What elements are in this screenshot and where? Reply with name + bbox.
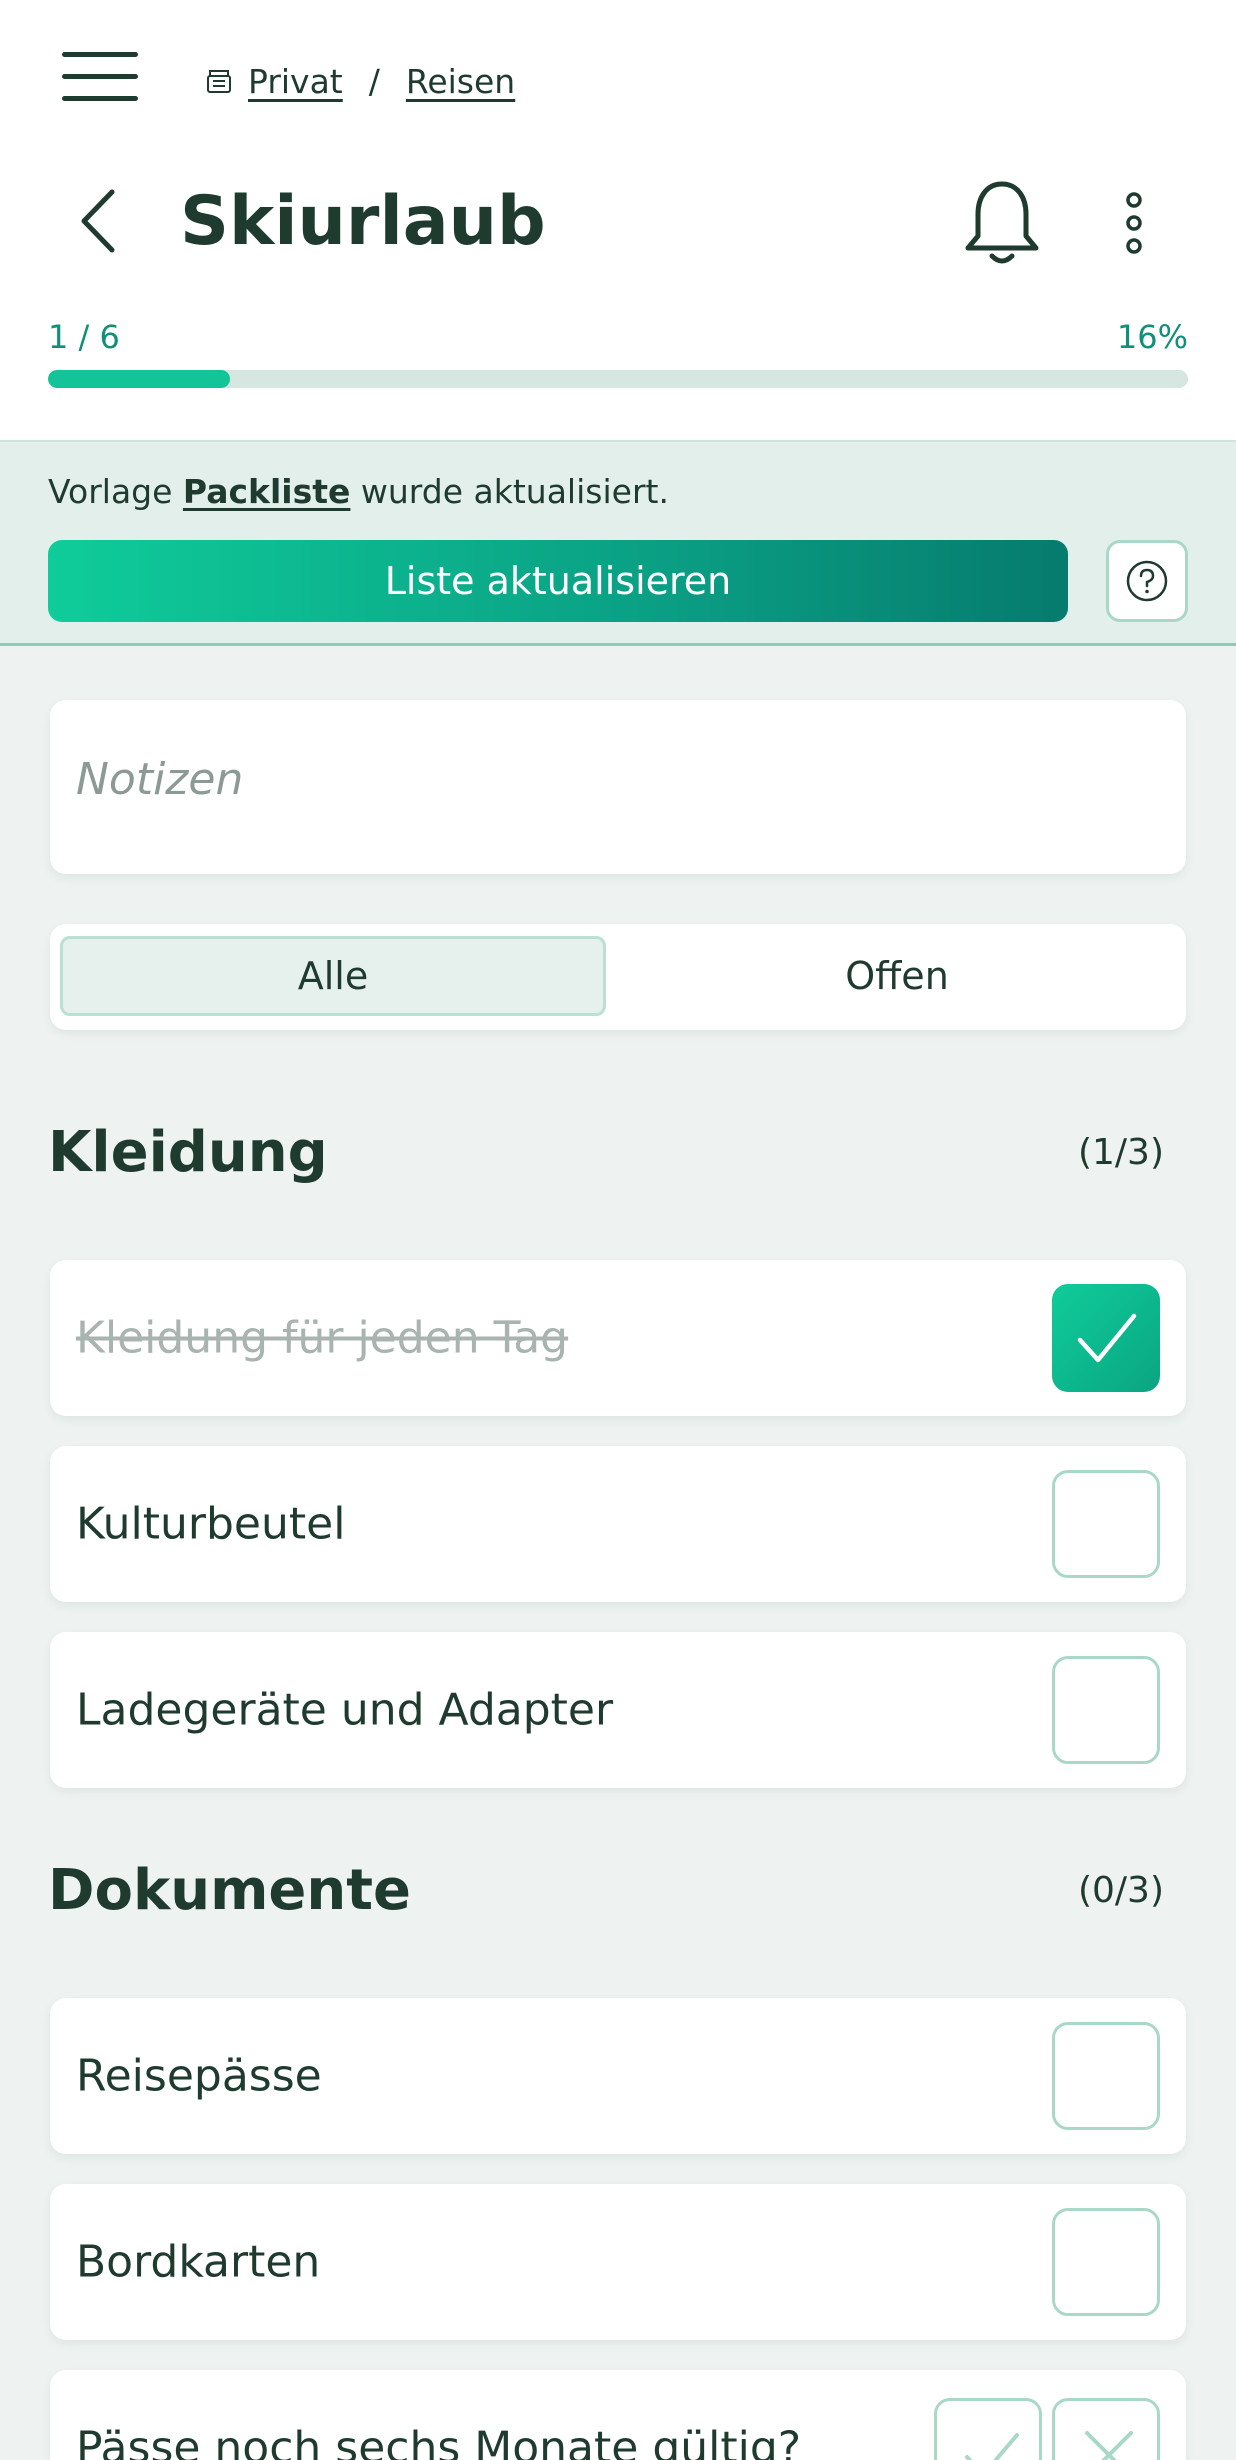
item-label: Bordkarten (76, 2236, 321, 2288)
breadcrumb-link-reisen[interactable]: Reisen (406, 62, 515, 101)
section-count-dokumente: (0/3) (1077, 1870, 1164, 1911)
checkmark-icon (965, 2433, 1019, 2460)
section-title-dokumente: Dokumente (48, 1858, 412, 1923)
update-list-button[interactable]: Liste aktualisieren (48, 540, 1068, 622)
list-item[interactable]: Ladegeräte und Adapter (50, 1632, 1186, 1788)
item-label: Reisepässe (76, 2050, 322, 2102)
list-item[interactable]: Pässe noch sechs Monate gültig? (50, 2370, 1186, 2460)
progress-bar-fill (48, 370, 231, 388)
filter-all-tab[interactable]: Alle (60, 936, 606, 1016)
template-update-banner: Vorlage Packliste wurde aktualisiert. Li… (0, 440, 1236, 646)
list-item[interactable]: Kleidung für jeden Tag (50, 1260, 1186, 1416)
list-item[interactable]: Bordkarten (50, 2184, 1186, 2340)
yes-button[interactable] (934, 2398, 1042, 2460)
list-item[interactable]: Kulturbeutel (50, 1446, 1186, 1602)
top-bar: Privat / Reisen Skiurlaub 1 / 6 16% (0, 0, 1236, 440)
item-label: Kleidung für jeden Tag (76, 1312, 569, 1364)
item-checkbox-checked[interactable] (1052, 1284, 1160, 1392)
checkmark-icon (1077, 1313, 1137, 1363)
progress-percent: 16% (1116, 318, 1188, 356)
more-options-icon[interactable] (1120, 192, 1148, 254)
breadcrumb: Privat / Reisen (204, 56, 515, 106)
banner-text-before: Vorlage (48, 472, 183, 511)
notes-field[interactable]: Notizen (50, 700, 1186, 874)
help-button[interactable] (1106, 540, 1188, 622)
item-label: Pässe noch sechs Monate gültig? (76, 2422, 802, 2460)
no-button[interactable] (1052, 2398, 1160, 2460)
filter-segmented-control: Alle Offen (50, 924, 1186, 1030)
folder-home-icon (207, 70, 231, 93)
bell-icon[interactable] (960, 176, 1044, 268)
hamburger-menu-icon[interactable] (62, 52, 138, 102)
item-checkbox[interactable] (1052, 2208, 1160, 2316)
close-icon (1085, 2431, 1133, 2460)
list-item[interactable]: Reisepässe (50, 1998, 1186, 2154)
item-checkbox[interactable] (1052, 2022, 1160, 2130)
banner-text-after: wurde aktualisiert. (350, 472, 669, 511)
progress-count: 1 / 6 (48, 318, 120, 356)
section-count-kleidung: (1/3) (1077, 1132, 1164, 1173)
packliste-link[interactable]: Packliste (183, 472, 351, 511)
item-label: Kulturbeutel (76, 1498, 346, 1550)
item-label: Ladegeräte und Adapter (76, 1684, 614, 1736)
section-title-kleidung: Kleidung (48, 1120, 328, 1185)
item-checkbox[interactable] (1052, 1656, 1160, 1764)
back-arrow-icon[interactable] (74, 186, 124, 256)
question-circle-icon (1126, 560, 1168, 602)
breadcrumb-link-privat[interactable]: Privat (248, 62, 343, 101)
notes-placeholder: Notizen (76, 754, 244, 805)
page-title: Skiurlaub (180, 182, 546, 261)
breadcrumb-separator: / (368, 61, 380, 101)
filter-open-tab[interactable]: Offen (622, 936, 1172, 1016)
banner-message: Vorlage Packliste wurde aktualisiert. (48, 472, 669, 511)
progress-bar (48, 370, 1188, 388)
item-checkbox[interactable] (1052, 1470, 1160, 1578)
